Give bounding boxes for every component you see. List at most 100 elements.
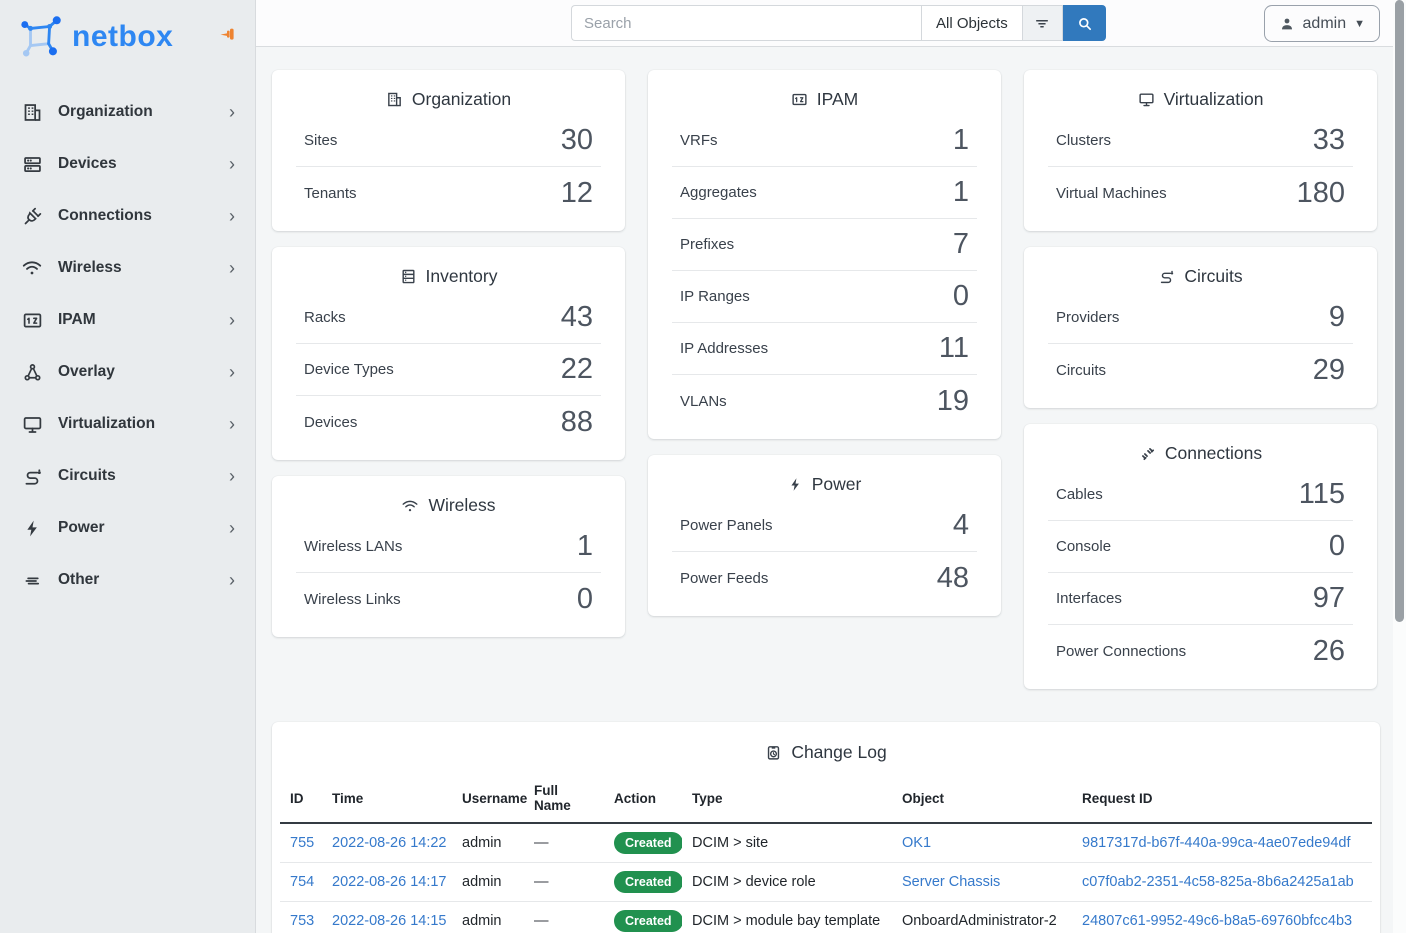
- sidebar-item-label: IPAM: [58, 311, 229, 329]
- change-id-link[interactable]: 753: [290, 913, 314, 929]
- stat-value[interactable]: 9: [1329, 301, 1345, 334]
- sidebar-item-ipam[interactable]: IPAM ›: [0, 294, 255, 346]
- stat-value[interactable]: 1: [953, 124, 969, 157]
- change-fullname: —: [524, 823, 604, 863]
- sidebar-item-circuits[interactable]: Circuits ›: [0, 450, 255, 502]
- stat-value[interactable]: 11: [939, 332, 969, 365]
- sidebar-item-overlay[interactable]: Overlay ›: [0, 346, 255, 398]
- stat-label: Wireless LANs: [304, 538, 402, 555]
- stat-value[interactable]: 0: [1329, 530, 1345, 563]
- change-id-link[interactable]: 755: [290, 835, 314, 851]
- caret-down-icon: ▼: [1354, 18, 1365, 30]
- stat-row: VRFs 1: [672, 115, 977, 167]
- stat-value[interactable]: 43: [561, 301, 593, 334]
- stat-row: Wireless LANs 1: [296, 521, 601, 573]
- change-time-link[interactable]: 2022-08-26 14:15: [332, 913, 447, 929]
- card-virtualization: Virtualization Clusters 33 Virtual Machi…: [1024, 70, 1377, 231]
- stat-value[interactable]: 0: [953, 280, 969, 313]
- action-badge: Created: [614, 910, 682, 932]
- sidebar-item-devices[interactable]: Devices ›: [0, 138, 255, 190]
- filter-icon: [1033, 14, 1051, 32]
- action-badge: Created: [614, 871, 682, 893]
- stat-value[interactable]: 1: [577, 530, 593, 563]
- stat-value[interactable]: 26: [1313, 635, 1345, 668]
- changelog-row: 753 2022-08-26 14:15 admin — Created DCI…: [280, 902, 1372, 933]
- sidebar-item-connections[interactable]: Connections ›: [0, 190, 255, 242]
- change-time-link[interactable]: 2022-08-26 14:17: [332, 874, 447, 890]
- search-submit-button[interactable]: [1063, 5, 1106, 41]
- chevron-right-icon: ›: [229, 207, 235, 225]
- stat-row: IP Ranges 0: [672, 271, 977, 323]
- scrollbar-thumb[interactable]: [1395, 0, 1404, 622]
- column-header-action: Action: [604, 777, 682, 823]
- building-icon: [20, 100, 44, 124]
- stat-row: Providers 9: [1048, 292, 1353, 344]
- sidebar-item-organization[interactable]: Organization ›: [0, 86, 255, 138]
- stat-value[interactable]: 30: [561, 124, 593, 157]
- column-header-time: Time: [322, 777, 452, 823]
- change-username: admin: [452, 823, 524, 863]
- stat-value[interactable]: 22: [561, 353, 593, 386]
- card-connections: Connections Cables 115 Console 0 Interfa…: [1024, 424, 1377, 689]
- sidebar-item-label: Other: [58, 571, 229, 589]
- scrollbar-track[interactable]: [1393, 0, 1406, 933]
- building-icon: [386, 91, 403, 108]
- netbox-logo[interactable]: netbox: [20, 16, 173, 58]
- search-input[interactable]: [571, 5, 921, 41]
- cards-column-3: Virtualization Clusters 33 Virtual Machi…: [1024, 70, 1377, 689]
- change-requestid-link[interactable]: c07f0ab2-2351-4c58-825a-8b6a2425a1ab: [1082, 874, 1354, 890]
- search-scope-button[interactable]: All Objects: [921, 5, 1023, 41]
- sidebar-item-other[interactable]: Other ›: [0, 554, 255, 606]
- stat-row: Racks 43: [296, 292, 601, 344]
- change-type: DCIM > device role: [682, 863, 892, 902]
- chevron-right-icon: ›: [229, 415, 235, 433]
- user-icon: [1279, 16, 1295, 32]
- change-id-link[interactable]: 754: [290, 874, 314, 890]
- stat-value[interactable]: 0: [577, 583, 593, 616]
- stat-value[interactable]: 12: [561, 177, 593, 210]
- stat-value[interactable]: 180: [1297, 177, 1345, 210]
- sidebar-item-label: Devices: [58, 155, 229, 173]
- stat-label: Prefixes: [680, 236, 734, 253]
- change-requestid-link[interactable]: 24807c61-9952-49c6-b8a5-69760bfcc4b3: [1082, 913, 1352, 929]
- dashboard-content: Organization Sites 30 Tenants 12: [256, 47, 1406, 933]
- stat-value[interactable]: 1: [953, 176, 969, 209]
- sidebar-item-virtualization[interactable]: Virtualization ›: [0, 398, 255, 450]
- card-title: Circuits: [1184, 266, 1242, 287]
- user-menu-button[interactable]: admin ▼: [1264, 5, 1380, 42]
- stat-value[interactable]: 48: [937, 562, 969, 595]
- sidebar-item-label: Circuits: [58, 467, 229, 485]
- stat-value[interactable]: 97: [1313, 582, 1345, 615]
- filter-button[interactable]: [1023, 5, 1063, 41]
- rack-icon: [400, 268, 417, 285]
- brand-row: netbox: [0, 0, 255, 72]
- change-object-link[interactable]: Server Chassis: [902, 874, 1000, 890]
- stat-row: Wireless Links 0: [296, 573, 601, 625]
- bolt-icon: [788, 477, 803, 492]
- ipam-icon: [791, 91, 808, 108]
- stat-value[interactable]: 19: [937, 385, 969, 418]
- stat-value[interactable]: 33: [1313, 124, 1345, 157]
- change-time-link[interactable]: 2022-08-26 14:22: [332, 835, 447, 851]
- card-organization: Organization Sites 30 Tenants 12: [272, 70, 625, 231]
- netbox-logo-icon: [20, 16, 62, 58]
- sidebar-item-power[interactable]: Power ›: [0, 502, 255, 554]
- wifi-icon: [401, 497, 419, 515]
- stat-label: Power Panels: [680, 517, 773, 534]
- change-object-link[interactable]: OK1: [902, 835, 931, 851]
- stat-label: IP Addresses: [680, 340, 768, 357]
- stat-label: Wireless Links: [304, 591, 401, 608]
- stat-value[interactable]: 7: [953, 228, 969, 261]
- stat-row: Power Connections 26: [1048, 625, 1353, 677]
- stat-value[interactable]: 4: [953, 509, 969, 542]
- stat-value[interactable]: 115: [1299, 478, 1345, 511]
- stat-row: Circuits 29: [1048, 344, 1353, 396]
- card-wireless: Wireless Wireless LANs 1 Wireless Links …: [272, 476, 625, 637]
- sidebar-item-wireless[interactable]: Wireless ›: [0, 242, 255, 294]
- column-header-id: ID: [280, 777, 322, 823]
- sidebar-item-label: Organization: [58, 103, 229, 121]
- stat-value[interactable]: 88: [561, 406, 593, 439]
- change-requestid-link[interactable]: 9817317d-b67f-440a-99ca-4ae07ede94df: [1082, 835, 1350, 851]
- pin-sidebar-icon[interactable]: [219, 26, 237, 42]
- stat-value[interactable]: 29: [1313, 354, 1345, 387]
